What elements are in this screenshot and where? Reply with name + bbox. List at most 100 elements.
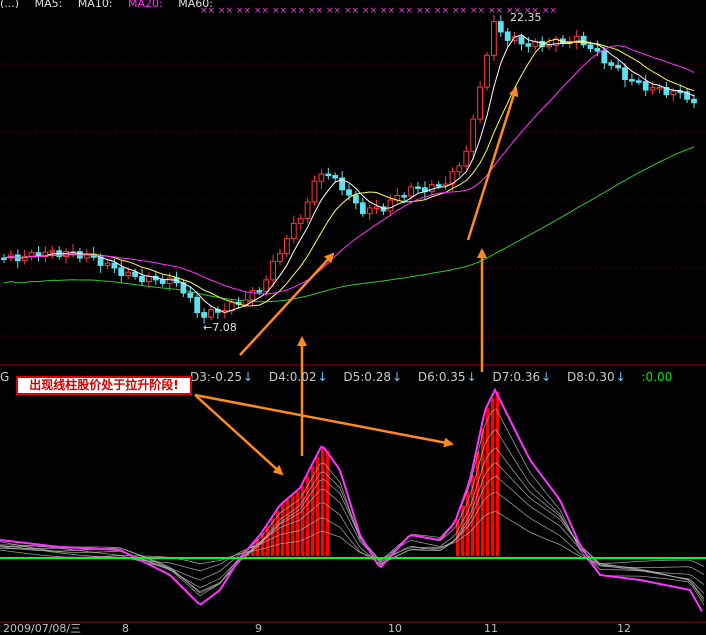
candle-body — [587, 44, 594, 50]
candle-body — [318, 173, 325, 182]
candle-body — [456, 165, 463, 173]
candle-body — [656, 87, 663, 90]
indicator-line-gray — [0, 447, 705, 599]
x-marker: ×× — [398, 6, 413, 16]
candle-body — [104, 262, 111, 266]
candle-body — [518, 36, 525, 45]
candle-body — [484, 54, 490, 88]
x-marker: ×× — [416, 6, 431, 16]
legend-item-ma10: MA10: — [77, 0, 113, 8]
candle-body — [691, 98, 697, 104]
candle-body — [159, 279, 166, 284]
candle-body — [332, 175, 339, 179]
down-arrow-icon: ↓ — [541, 370, 552, 384]
x-marker: ×× — [488, 6, 503, 16]
indicator-value-d8: D8:0.30↓ — [566, 370, 626, 384]
candle-body — [132, 271, 138, 277]
date-axis: 8 9 10 11 12 2009/07/08/三 — [0, 623, 706, 634]
indicator-value-d4: D4:0.02↓ — [268, 370, 328, 384]
candle-body — [629, 79, 635, 82]
candle-body — [601, 50, 608, 64]
candle-body — [270, 260, 277, 281]
legend-item-ma60: MA60: — [178, 0, 213, 8]
candle-body — [311, 180, 318, 203]
candle-body — [435, 184, 442, 187]
x-marker: ×× — [452, 6, 467, 16]
date-cursor-label: 2009/07/08/三 — [0, 623, 85, 634]
candle-body — [428, 184, 435, 193]
ma-line-ma20 — [3, 44, 695, 295]
x-marker: ×× — [236, 6, 251, 16]
candle-body — [442, 183, 449, 187]
candle-body — [1, 257, 7, 260]
candle-body — [477, 86, 484, 120]
candle-body — [194, 296, 201, 314]
ma60-line — [3, 146, 695, 303]
down-arrow-icon: ↓ — [242, 370, 254, 384]
x-marker: ×× — [542, 6, 557, 16]
candle-body — [504, 31, 511, 41]
candle-body — [615, 64, 622, 69]
legend-item-ma5: MA5: — [34, 0, 63, 8]
candle-body — [463, 150, 470, 167]
candle-body — [290, 222, 297, 240]
candle-body — [353, 194, 359, 204]
chart-canvas: ×× ×× ×× ×× ×× ×× ×× ×× ×× ×× ×× ×× ×× ×× ×× ×× ×× ×× ×× ××… — [0, 6, 706, 623]
month-label: 9 — [255, 622, 262, 635]
indicator-lines — [0, 387, 705, 612]
indicator-values: D3:-0.25↓ D4:0.02↓ D5:0.28↓ D6:0.35↓ D7:… — [190, 369, 672, 385]
candle-body — [263, 279, 270, 293]
candle-body — [277, 253, 283, 262]
candle-body — [297, 217, 304, 224]
ma-line-ma5 — [3, 34, 695, 313]
indicator-main-line — [0, 387, 703, 612]
candle-body — [401, 195, 408, 198]
candle-body — [608, 62, 615, 66]
indicator-name: G — [0, 370, 10, 384]
candle-body — [387, 199, 394, 212]
candle-body — [470, 118, 477, 152]
indicator-bar — [311, 466, 315, 556]
x-marker: ×× — [434, 6, 449, 16]
ma-line-ma60 — [3, 146, 695, 303]
x-marker: ×× — [380, 6, 395, 16]
x-marker: ×× — [362, 6, 377, 16]
candle-body — [256, 290, 263, 293]
x-marker: ×× — [308, 6, 323, 16]
annotation-arrow — [194, 393, 454, 448]
candle-body — [228, 301, 235, 311]
indicator-value-d7: D7:0.36↓ — [492, 370, 552, 384]
candle-body — [635, 80, 642, 83]
x-marker: ×× — [272, 6, 287, 16]
candle-body — [346, 189, 352, 196]
month-label: 11 — [484, 622, 498, 635]
indicator-value-d3: D3:-0.25↓ — [190, 370, 254, 384]
candle-body — [325, 173, 332, 177]
candle-body — [642, 81, 649, 91]
candle-body — [125, 271, 132, 277]
annotation-arrow — [466, 86, 519, 241]
candle-body — [497, 21, 504, 33]
x-marker: ×× — [344, 6, 359, 16]
high-price-label: 22.35 — [510, 11, 542, 24]
candle-body — [304, 201, 311, 219]
indicator-tail: :0.00 — [641, 370, 673, 384]
x-marker: ×× — [326, 6, 341, 16]
candle-body — [359, 202, 366, 215]
down-arrow-icon: ↓ — [466, 370, 477, 384]
candle-body — [166, 277, 173, 284]
legend-item-ma20: MA20: — [128, 0, 163, 8]
candle-body — [111, 262, 118, 269]
candle-body — [649, 87, 656, 91]
low-price-label: ←7.08 — [203, 321, 237, 334]
candle-body — [187, 292, 194, 298]
down-arrow-icon: ↓ — [317, 370, 328, 384]
candle-body — [97, 256, 104, 266]
candlestick-series — [1, 14, 697, 324]
x-marker: ×× — [290, 6, 305, 16]
moving-average-lines — [3, 34, 695, 313]
callout-box: 出现线柱股价处于拉升阶段! — [16, 376, 192, 395]
candle-body — [201, 312, 207, 318]
candle-body — [208, 309, 214, 318]
candle-body — [366, 207, 373, 215]
